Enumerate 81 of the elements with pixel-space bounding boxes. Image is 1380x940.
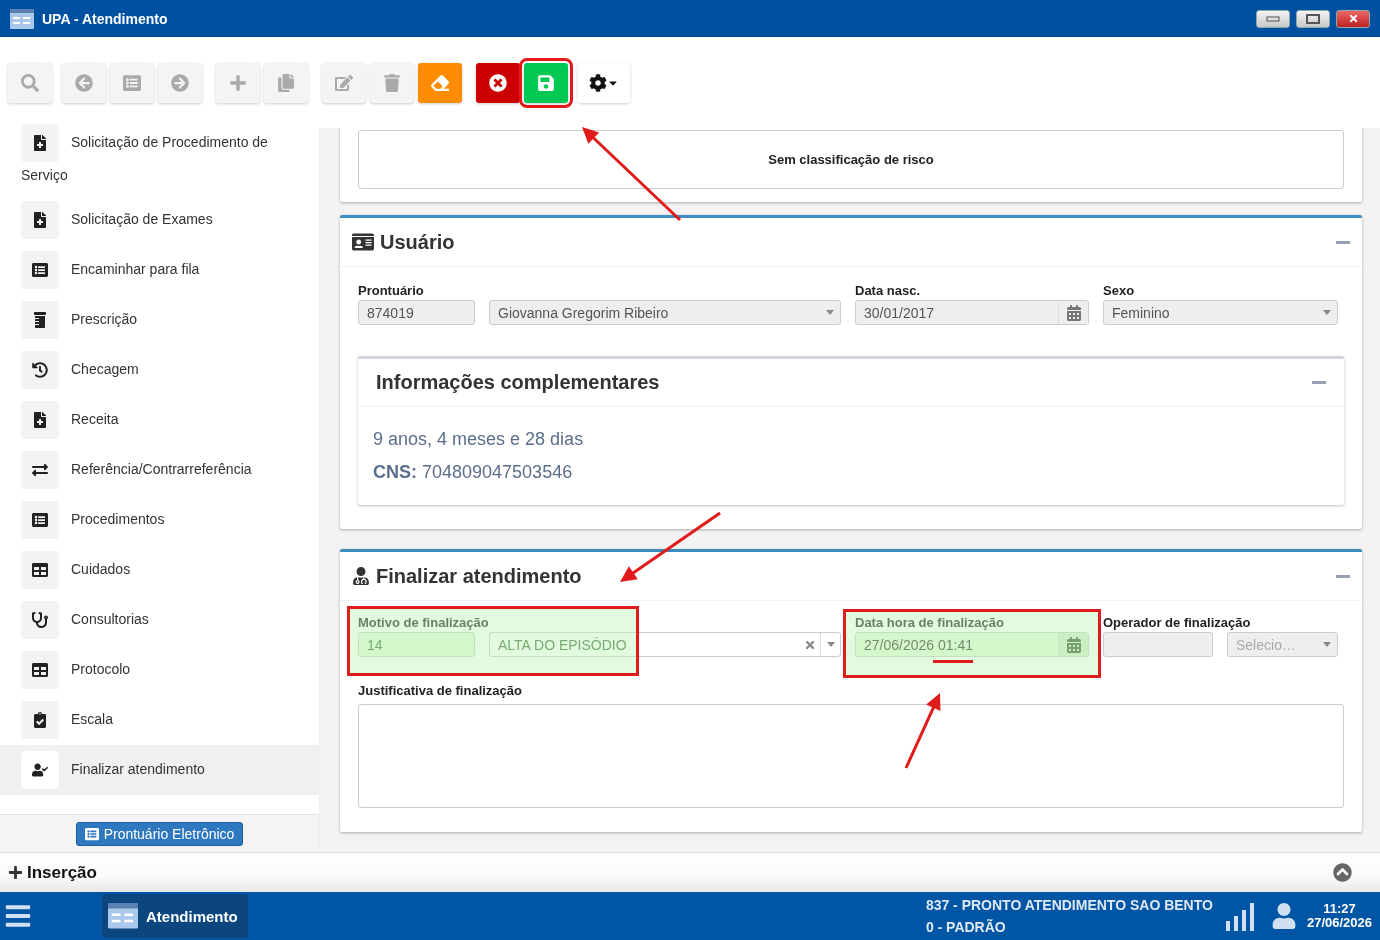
field-label: Sexo	[1103, 283, 1135, 298]
minimize-icon	[1266, 15, 1280, 22]
cancel-button[interactable]	[476, 62, 520, 103]
list-icon	[123, 73, 141, 92]
field-label: Motivo de finalização	[358, 615, 489, 630]
save-icon	[537, 73, 555, 92]
delete-icon	[383, 73, 401, 92]
caret-icon[interactable]	[826, 310, 834, 315]
erase-button[interactable]	[418, 62, 462, 103]
list-icon	[84, 826, 99, 841]
sex-select[interactable]: Feminino	[1103, 300, 1338, 325]
calendar-icon[interactable]	[1065, 636, 1082, 653]
underline-mark	[933, 660, 973, 663]
search-icon	[21, 73, 39, 92]
justification-field[interactable]	[358, 704, 1344, 808]
panel-title: Finalizar atendimento	[376, 564, 582, 588]
caret-icon[interactable]	[1323, 310, 1331, 315]
sidebar-item[interactable]: Finalizar atendimento	[0, 745, 319, 795]
field-label: Data hora de finalização	[855, 615, 1004, 630]
birth-date-field[interactable]: 30/01/2017	[855, 300, 1089, 325]
id-card-icon	[352, 231, 374, 253]
panel-title: Informações complementares	[376, 371, 660, 394]
clock-date: 27/06/2026	[1306, 916, 1372, 930]
field-label: Justificativa de finalização	[358, 683, 522, 698]
user-profile: 0 - PADRÃO	[925, 919, 1007, 935]
window-app-icon	[10, 8, 34, 29]
patient-age: 9 anos, 4 meses e 28 dias	[373, 429, 585, 450]
sidebar-item-icon	[32, 312, 48, 328]
restore-icon	[1306, 13, 1320, 24]
sidebar-item-icon	[32, 362, 48, 378]
sidebar-item-icon	[32, 212, 48, 228]
field-label: Prontuário	[358, 283, 424, 298]
sidebar-item-icon	[32, 412, 48, 428]
doctor-icon	[352, 567, 370, 585]
sidebar-item-icon	[32, 762, 48, 778]
sidebar-item-icon	[32, 562, 48, 578]
back-icon	[75, 73, 93, 92]
forward-icon	[171, 73, 189, 92]
patient-cns: CNS: 704809047503546	[373, 462, 574, 483]
close-icon	[1347, 13, 1359, 24]
collapse-icon[interactable]	[1333, 863, 1352, 882]
caret-icon[interactable]	[1323, 642, 1331, 647]
panel-title: Usuário	[380, 230, 455, 254]
copy-icon	[277, 73, 295, 92]
electronic-record-button[interactable]: Prontuário Eletrônico	[75, 821, 244, 846]
collapse-icon[interactable]	[1336, 240, 1350, 244]
taskbar-app-button[interactable]: Atendimento	[102, 894, 248, 938]
sidebar-item-icon	[32, 662, 48, 678]
insert-title: Inserção	[27, 862, 97, 883]
restore-button[interactable]	[1296, 9, 1330, 28]
erase-icon	[431, 73, 449, 92]
edit-icon	[335, 73, 353, 92]
settings-button[interactable]	[578, 62, 630, 103]
sidebar-item-icon	[32, 512, 48, 528]
field-label: Data nasc.	[855, 283, 921, 298]
health-unit: 837 - PRONTO ATENDIMENTO SAO BENTO	[925, 897, 1213, 913]
collapse-icon[interactable]	[1336, 574, 1350, 578]
minimize-button[interactable]	[1256, 9, 1290, 28]
calendar-icon[interactable]	[1065, 304, 1082, 321]
clear-icon[interactable]	[804, 638, 816, 651]
field-label: Operador de finalização	[1103, 615, 1251, 630]
clock-time: 11:27	[1323, 902, 1356, 916]
plus-icon	[8, 865, 23, 880]
sidebar-item-icon	[32, 135, 48, 151]
app-icon	[108, 903, 138, 929]
add-icon	[229, 73, 247, 92]
risk-classification: Sem classificação de risco	[358, 130, 1344, 189]
sidebar-item-icon	[32, 612, 48, 628]
record-code-field[interactable]: 874019	[358, 300, 475, 325]
window-title: UPA - Atendimento	[42, 10, 168, 27]
caret-icon[interactable]	[826, 642, 835, 647]
close-button[interactable]	[1336, 9, 1370, 28]
menu-icon[interactable]	[4, 902, 32, 930]
operator-code-field[interactable]	[1103, 632, 1213, 657]
gear-icon	[589, 73, 607, 92]
sidebar-item-icon	[32, 262, 48, 278]
cancel-icon	[489, 73, 507, 92]
patient-select[interactable]: Giovanna Gregorim Ribeiro	[489, 300, 841, 325]
sidebar-item-icon	[32, 462, 48, 478]
user-icon[interactable]	[1270, 903, 1297, 929]
sidebar-item-icon	[32, 712, 48, 728]
